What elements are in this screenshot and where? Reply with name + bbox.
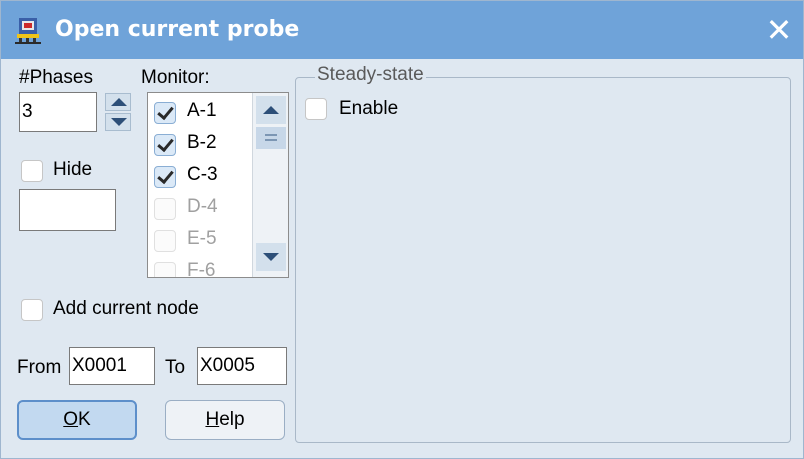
help-button[interactable]: Help [165, 400, 285, 440]
monitor-item-checkbox[interactable] [154, 102, 176, 124]
phases-input[interactable] [19, 92, 97, 132]
monitor-item-checkbox[interactable] [154, 134, 176, 156]
scroll-up-button[interactable] [256, 96, 286, 124]
help-mnemonic: H [205, 409, 220, 430]
scroll-thumb[interactable] [256, 127, 286, 149]
arrow-down-icon [263, 253, 279, 261]
hide-checkbox[interactable] [21, 160, 43, 182]
from-node-input[interactable] [69, 347, 155, 385]
monitor-item-label: A-1 [187, 100, 217, 121]
ok-button[interactable]: OK [17, 400, 137, 440]
monitor-item-checkbox [154, 198, 176, 220]
help-label-rest: elp [219, 409, 245, 430]
phases-spin-down-button[interactable] [105, 113, 131, 131]
steady-state-enable-checkbox[interactable] [305, 98, 327, 120]
ok-label-rest: K [78, 409, 91, 430]
arrow-up-icon [263, 106, 279, 114]
steady-state-legend: Steady-state [315, 64, 426, 86]
monitor-item-label: E-5 [187, 228, 217, 249]
phases-label: #Phases [19, 67, 93, 88]
phases-spin-up-button[interactable] [105, 93, 131, 111]
monitor-item-label: F-6 [187, 260, 216, 278]
to-label: To [165, 357, 186, 378]
monitor-item-label: C-3 [187, 164, 218, 185]
monitor-scrollbar[interactable] [252, 93, 288, 277]
to-node-input[interactable] [197, 347, 287, 385]
add-current-node-checkbox[interactable] [21, 299, 43, 321]
monitor-item-checkbox [154, 262, 176, 277]
monitor-list[interactable]: A-1 B-2 C-3 D-4 E-5 F-6 [147, 92, 289, 278]
hide-value-input[interactable] [19, 189, 116, 231]
title-bar[interactable]: Open current probe ✕ [1, 1, 803, 59]
steady-state-group [295, 77, 791, 443]
monitor-item-label: D-4 [187, 196, 218, 217]
monitor-label: Monitor: [141, 67, 210, 88]
monitor-item-checkbox[interactable] [154, 166, 176, 188]
monitor-item-checkbox [154, 230, 176, 252]
from-label: From [17, 357, 62, 378]
dialog-window: Open current probe ✕ #Phases Hide Monito… [0, 0, 804, 459]
arrow-up-icon [111, 98, 127, 106]
close-button[interactable]: ✕ [761, 11, 797, 49]
ok-mnemonic: O [63, 409, 79, 430]
probe-app-icon [15, 18, 41, 44]
hide-label: Hide [53, 159, 93, 180]
arrow-down-icon [111, 118, 127, 126]
steady-state-enable-label: Enable [339, 98, 399, 119]
monitor-item-label: B-2 [187, 132, 217, 153]
add-current-node-label: Add current node [53, 298, 199, 319]
scroll-down-button[interactable] [256, 243, 286, 271]
window-title: Open current probe [55, 17, 300, 42]
